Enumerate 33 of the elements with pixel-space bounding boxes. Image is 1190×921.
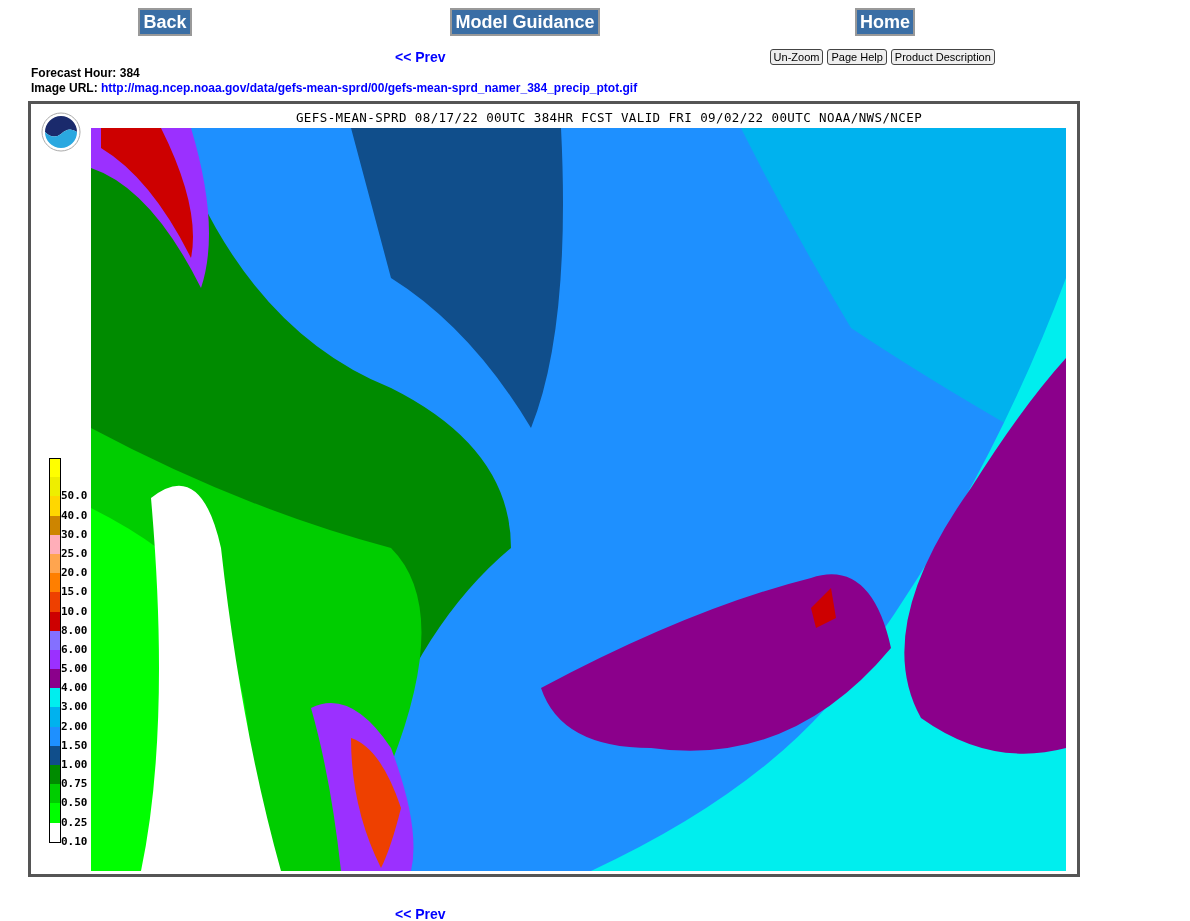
legend-label: 6.00 [61,643,88,656]
legend-label: 50.0 [61,490,88,503]
prev-link[interactable]: << Prev [395,906,446,921]
image-url-link[interactable]: http://mag.ncep.noaa.gov/data/gefs-mean-sprd/00/gefs-mean-sprd_namer_384_precip_ptot.gif [101,81,638,95]
forecast-hour-value: 384 [119,66,140,80]
forecast-hour-label: Forecast Hour: [31,66,117,80]
tool-button[interactable]: Page Help [827,49,887,65]
map-title: GEFS-MEAN-SPRD 08/17/22 00UTC 384HR FCST VALID FRI 09/02/22 00UTC NOAA/NWS/NCEP [294,109,924,127]
legend-label: 2.00 [61,720,88,733]
legend-label: 15.0 [61,586,88,599]
legend-label: 5.00 [61,663,88,676]
legend-label: 4.00 [61,682,88,695]
legend-label: 0.10 [61,835,88,848]
legend-label: 0.25 [61,816,88,829]
legend-label: 40.0 [61,509,88,522]
legend-label: 1.50 [61,739,88,752]
nav-button[interactable]: Model Guidance [450,8,600,36]
legend-label: 10.0 [61,605,88,618]
tool-button[interactable]: Un-Zoom [769,49,824,65]
legend-label: 20.0 [61,567,88,580]
nav-button[interactable]: Back [138,8,192,36]
nav-button[interactable]: Home [855,8,915,36]
legend-label: 25.0 [61,547,88,560]
legend-label: 3.00 [61,701,88,714]
legend-label: 30.0 [61,528,88,541]
tool-button[interactable]: Product Description [890,49,995,65]
noaa-logo-icon [41,112,81,152]
legend-label: 8.00 [61,624,88,637]
legend-label: 0.50 [61,797,88,810]
legend-label: 1.00 [61,759,88,771]
image-url-label: Image URL: [31,81,98,95]
legend-label: 0.75 [61,778,88,791]
prev-link[interactable]: << Prev [395,49,446,65]
